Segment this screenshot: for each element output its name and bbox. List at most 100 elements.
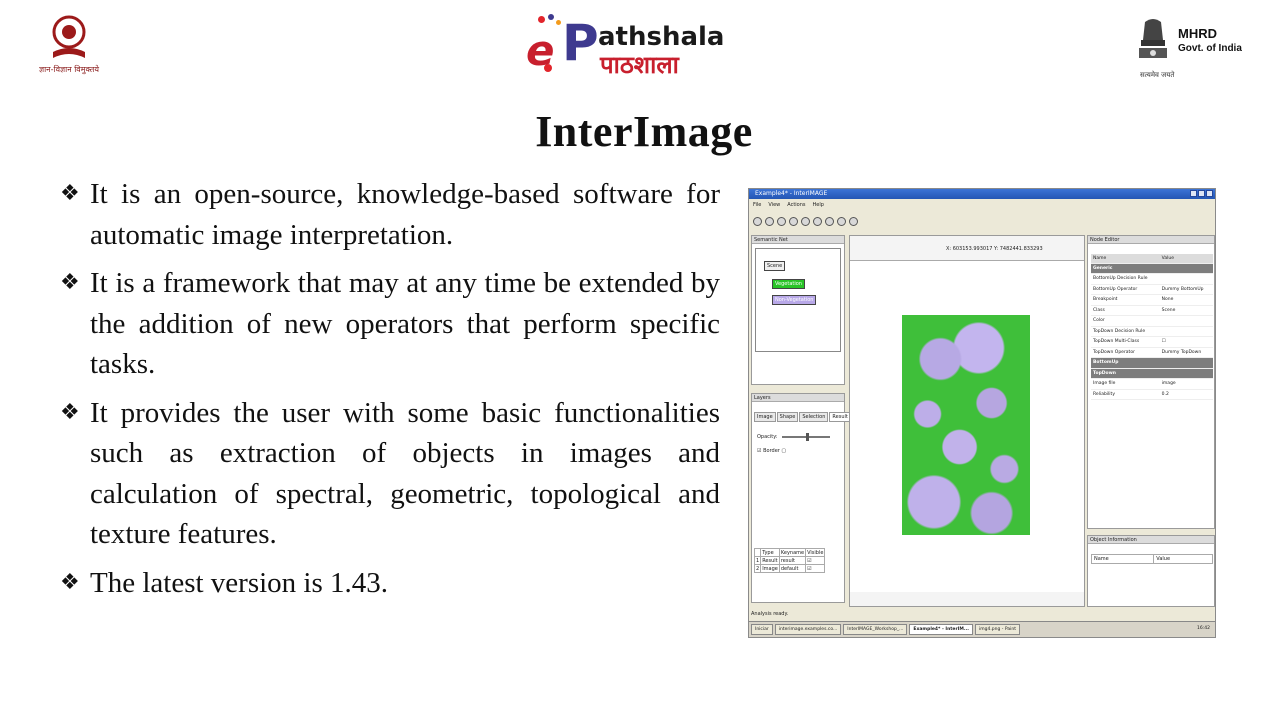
cell: Dummy TopDown: [1159, 347, 1213, 358]
diamond-bullet-icon: ❖: [60, 399, 80, 425]
table-row[interactable]: BottomUp Operator Dummy BottomUp: [1091, 284, 1213, 295]
ugc-logo: ज्ञान-विज्ञान विमुक्तये: [36, 14, 102, 80]
minimize-icon[interactable]: [1190, 190, 1197, 197]
col-value: Value: [1159, 254, 1213, 264]
menu-file[interactable]: File: [753, 201, 761, 210]
tab-shape[interactable]: Shape: [776, 412, 799, 422]
cell: BottomUp Operator: [1091, 284, 1160, 295]
object-information-panel: Object Information Name Value: [1087, 535, 1215, 607]
table-row[interactable]: TopDown Decision Rule: [1091, 326, 1213, 337]
table-row[interactable]: TopDown: [1091, 368, 1213, 379]
cell: [1159, 368, 1213, 379]
image-view-panel: X: 603153.993017 Y: 7482441.833293: [849, 235, 1085, 607]
semantic-net-panel: Semantic Net Scene Vegetation Non-Vegeta…: [751, 235, 845, 385]
layers-col-keyname: Keyname: [778, 548, 807, 557]
border-label: Border: [763, 448, 780, 454]
table-row[interactable]: Generic: [1091, 263, 1213, 274]
toolbar-button[interactable]: [789, 217, 798, 226]
mhrd-motto: सत्यमेव जयते: [1140, 71, 1175, 79]
taskbar-item[interactable]: img4.png - Paint: [974, 624, 1020, 635]
toolbar-button[interactable]: [837, 217, 846, 226]
menu-help[interactable]: Help: [813, 201, 824, 210]
cell: [1159, 357, 1213, 369]
cell: Scene: [1159, 305, 1213, 316]
toolbar-button[interactable]: [849, 217, 858, 226]
start-button[interactable]: Iniciar: [751, 624, 773, 635]
epathshala-logo-e: e: [526, 26, 555, 75]
cell: ☐: [1159, 336, 1213, 348]
visible-checkbox[interactable]: ☑: [805, 556, 826, 565]
toolbar-button[interactable]: [765, 217, 774, 226]
cell: Color: [1091, 315, 1160, 327]
epathshala-logo: e P athshala पाठशाला: [522, 12, 750, 82]
opacity-slider[interactable]: [782, 433, 830, 441]
mhrd-logo: MHRD Govt. of India सत्यमेव जयते: [1136, 16, 1246, 82]
cell: [1159, 273, 1213, 285]
taskbar-item[interactable]: InterIMAGE_Workshop_...: [843, 624, 908, 635]
col-value: Value: [1153, 554, 1213, 564]
image-canvas[interactable]: [850, 260, 1084, 592]
coordinate-readout: X: 603153.993017 Y: 7482441.833293: [946, 246, 1043, 252]
cell: result: [778, 556, 807, 565]
cell: Reliability: [1091, 389, 1160, 400]
table-row[interactable]: 1 Result result ☑: [753, 556, 826, 565]
layers-tabs: Image Shape Selection Result: [754, 412, 851, 422]
node-editor-panel: Node Editor Name Value Generic BottomUp …: [1087, 235, 1215, 529]
close-icon[interactable]: [1206, 190, 1213, 197]
layers-col-visible: Visible: [805, 548, 826, 557]
cell: 0.2: [1159, 389, 1213, 400]
bullet-text: The latest version is 1.43.: [90, 566, 389, 599]
table-row[interactable]: Class Scene: [1091, 305, 1213, 316]
toolbar-button[interactable]: [753, 217, 762, 226]
toolbar-button[interactable]: [813, 217, 822, 226]
cell: TopDown Decision Rule: [1091, 326, 1160, 337]
taskbar-item[interactable]: interimage.examples.co...: [774, 624, 842, 635]
border-checkbox-row[interactable]: ☑ Border ▢: [757, 448, 786, 454]
table-row[interactable]: BottomUp: [1091, 357, 1213, 369]
menu-actions[interactable]: Actions: [787, 201, 805, 210]
toolbar-button[interactable]: [801, 217, 810, 226]
table-row[interactable]: Color: [1091, 315, 1213, 327]
table-row[interactable]: 2 Image default ☑: [753, 564, 826, 573]
table-row[interactable]: BottomUp Decision Rule: [1091, 273, 1213, 285]
cell: [1159, 315, 1213, 327]
taskbar-item-active[interactable]: Example4* - InterIM...: [909, 624, 973, 635]
ugc-logo-caption: ज्ञान-विज्ञान विमुक्तये: [38, 65, 100, 74]
table-row[interactable]: Breakpoint None: [1091, 294, 1213, 306]
node-scene[interactable]: Scene: [764, 261, 786, 271]
table-row[interactable]: Image file image: [1091, 378, 1213, 390]
diamond-bullet-icon: ❖: [60, 569, 80, 595]
tab-selection[interactable]: Selection: [799, 412, 829, 422]
taskbar-clock: 16:42: [1194, 624, 1213, 635]
cell: BottomUp Decision Rule: [1091, 273, 1160, 285]
tab-image[interactable]: Image: [754, 412, 776, 422]
table-row[interactable]: TopDown Multi-Class ☐: [1091, 336, 1213, 348]
semantic-net-title: Semantic Net: [752, 236, 844, 244]
layers-col-type: Type: [760, 548, 780, 557]
table-row[interactable]: Reliability 0.2: [1091, 389, 1213, 400]
slide-title: InterImage: [535, 107, 753, 156]
slider-handle[interactable]: [806, 433, 809, 441]
opacity-label: Opacity:: [757, 434, 778, 440]
node-non-vegetation[interactable]: Non-Vegetation: [772, 295, 817, 305]
node-vegetation[interactable]: Vegetation: [772, 279, 805, 289]
menu-view[interactable]: View: [768, 201, 780, 210]
menu-bar: File View Actions Help: [749, 201, 824, 210]
toolbar-button[interactable]: [825, 217, 834, 226]
cell: TopDown: [1091, 368, 1160, 379]
interimage-screenshot: Example4* - InterIMAGE File View Actions…: [748, 188, 1216, 638]
toolbar-button[interactable]: [777, 217, 786, 226]
ugc-emblem-icon: [52, 15, 86, 58]
epathshala-logo-word-hi: पाठशाला: [600, 51, 679, 79]
cell: Generic: [1091, 263, 1160, 274]
mhrd-title: MHRD: [1178, 26, 1217, 41]
diamond-bullet-icon: ❖: [60, 270, 80, 295]
maximize-icon[interactable]: [1198, 190, 1205, 197]
window-title: Example4* - InterIMAGE: [755, 190, 828, 197]
cell: BottomUp: [1091, 357, 1160, 369]
col-name: Name: [1090, 554, 1155, 564]
table-row[interactable]: TopDown Operator Dummy TopDown: [1091, 347, 1213, 358]
visible-checkbox[interactable]: ☑: [805, 564, 826, 573]
bullet-text: It provides the user with some basic fun…: [90, 396, 720, 551]
tab-result[interactable]: Result: [829, 412, 851, 422]
